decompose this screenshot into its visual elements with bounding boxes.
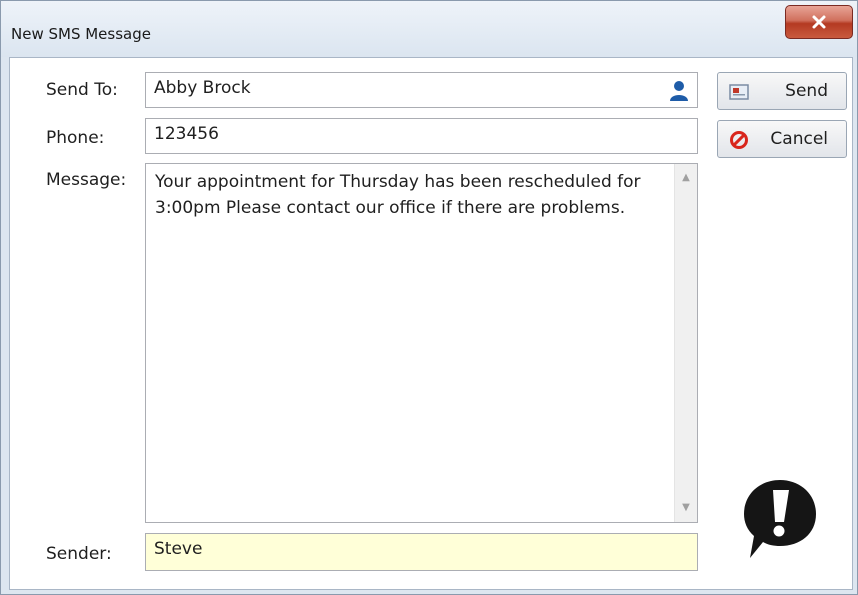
message-value: Your appointment for Thursday has been r… <box>155 172 641 218</box>
close-icon <box>812 15 826 29</box>
exclamation-bubble-icon <box>744 480 816 558</box>
sms-dialog-window: New SMS Message Send To: Phone: Message:… <box>0 0 858 595</box>
message-label: Message: <box>46 170 127 190</box>
phone-label: Phone: <box>46 128 105 148</box>
send-to-label: Send To: <box>46 80 118 100</box>
person-icon[interactable] <box>669 80 689 102</box>
close-button[interactable] <box>785 5 853 39</box>
cancel-button[interactable]: Cancel <box>717 120 847 158</box>
message-scrollbar[interactable]: ▲ ▼ <box>674 164 697 522</box>
sender-field[interactable]: Steve <box>145 533 698 571</box>
phone-field[interactable]: 123456 <box>145 118 698 154</box>
cancel-button-label: Cancel <box>770 129 828 149</box>
title-bar[interactable]: New SMS Message <box>1 1 857 57</box>
send-button[interactable]: Send <box>717 72 847 110</box>
sender-value: Steve <box>154 539 203 559</box>
scroll-up-arrow-icon[interactable]: ▲ <box>675 168 697 188</box>
send-icon <box>729 84 749 100</box>
sender-label: Sender: <box>46 544 112 564</box>
phone-value: 123456 <box>154 124 219 144</box>
dialog-body: Send To: Phone: Message: Sender: Abby Br… <box>9 57 853 590</box>
send-to-field[interactable]: Abby Brock <box>145 72 698 108</box>
cancel-icon <box>730 131 748 149</box>
scroll-down-arrow-icon[interactable]: ▼ <box>675 498 697 518</box>
send-to-value: Abby Brock <box>154 78 251 98</box>
window-title: New SMS Message <box>11 25 151 43</box>
message-textarea[interactable]: Your appointment for Thursday has been r… <box>145 163 698 523</box>
send-button-label: Send <box>785 81 828 101</box>
